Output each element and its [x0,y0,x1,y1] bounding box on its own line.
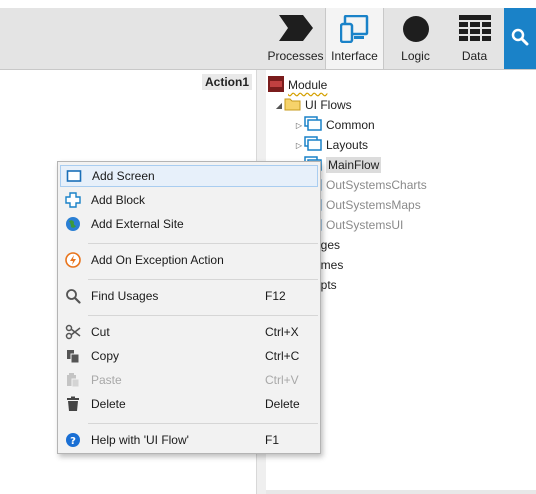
tree-node-label: Layouts [326,138,369,152]
paste-icon [64,371,82,389]
help-icon: ? [64,431,82,449]
tab-interface[interactable]: Interface [325,8,384,69]
menu-item-copy[interactable]: Copy Ctrl+C [60,345,318,367]
expanded-arrow-icon[interactable]: ◢ [274,101,284,110]
menu-item-shortcut: Ctrl+X [265,325,299,339]
search-icon [511,28,529,49]
menu-item-shortcut: F12 [265,289,286,303]
menu-item-shortcut: Ctrl+C [265,349,300,363]
interface-devices-icon [339,14,370,46]
copy-icon [64,347,82,365]
menu-separator [88,243,318,244]
menu-item-add-block[interactable]: Add Block [60,189,318,211]
menu-item-find-usages[interactable]: Find Usages F12 [60,285,318,307]
tab-data[interactable]: Data [445,8,504,69]
tree-node-label: Module [288,78,328,92]
main-toolbar: Processes Interface Logic Data [0,8,536,70]
menu-item-add-on-exception-action[interactable]: Add On Exception Action [60,249,318,271]
menu-item-shortcut: Ctrl+V [265,373,299,387]
menu-item-label: Find Usages [91,289,159,303]
context-menu: Add Screen Add Block Add External Site A… [57,161,321,454]
block-icon [64,191,82,209]
menu-item-delete[interactable]: Delete Delete [60,393,318,415]
tree-node-label: OutSystemsCharts [326,178,427,192]
action-title: Action1 [201,74,252,90]
tree-node-label: UI Flows [305,98,352,112]
menu-item-label: Copy [91,349,120,363]
menu-item-label: Add Screen [92,169,155,183]
data-grid-icon [458,15,491,44]
tab-label: Processes [267,49,324,63]
menu-item-label: Add Block [91,193,146,207]
tree-node-module[interactable]: Module [268,75,327,95]
tree-node-layouts[interactable]: ▷ Layouts [294,135,368,155]
tab-label: Interface [331,49,378,63]
tree-node-outsystemsmaps[interactable]: OutSystemsMaps [304,195,421,215]
tab-label: Data [461,49,488,63]
tab-processes[interactable]: Processes [266,8,325,69]
processes-chevron-icon [278,15,313,44]
menu-item-paste[interactable]: Paste Ctrl+V [60,369,318,391]
tree-node-common[interactable]: ▷ Common [294,115,375,135]
tree-node-label: MainFlow [326,157,382,173]
globe-icon [64,215,82,233]
collapsed-arrow-icon[interactable]: ▷ [294,141,304,150]
menu-item-label: Paste [91,373,122,387]
menu-item-label: Delete [91,397,126,411]
tree-node-outsystemscharts[interactable]: OutSystemsCharts [304,175,427,195]
menu-item-label: Add External Site [91,217,184,231]
exception-icon [64,251,82,269]
menu-item-shortcut: F1 [265,433,280,447]
menu-item-cut[interactable]: Cut Ctrl+X [60,321,318,343]
screen-icon [65,167,83,185]
module-icon [268,75,284,95]
menu-item-help[interactable]: ? Help with 'UI Flow' F1 [60,429,318,451]
tree-node-label: OutSystemsUI [326,218,404,232]
horizontal-scrollbar[interactable] [266,490,536,494]
collapsed-arrow-icon[interactable]: ▷ [294,121,304,130]
menu-item-label: Cut [91,325,110,339]
menu-separator [88,279,318,280]
tree-node-label: OutSystemsMaps [326,198,421,212]
menu-item-add-external-site[interactable]: Add External Site [60,213,318,235]
window-top-strip [0,0,536,8]
menu-item-shortcut: Delete [265,397,300,411]
menu-item-label: Help with 'UI Flow' [91,433,189,447]
logic-circle-icon [402,15,430,46]
scissors-icon [64,323,82,341]
menu-item-label: Add On Exception Action [91,253,224,267]
magnifier-icon [64,287,82,305]
tab-label: Logic [401,49,430,63]
flow-icon [304,116,322,134]
flow-icon [304,136,322,154]
folder-icon [284,97,301,114]
tree-node-ui-flows[interactable]: ◢ UI Flows [274,95,352,115]
search-button[interactable] [504,8,536,69]
tree-node-label: Common [326,118,375,132]
menu-separator [88,423,318,424]
menu-item-add-screen[interactable]: Add Screen [60,165,318,187]
trash-icon [64,395,82,413]
menu-separator [88,315,318,316]
tab-logic[interactable]: Logic [386,8,445,69]
svg-text:?: ? [70,436,76,447]
